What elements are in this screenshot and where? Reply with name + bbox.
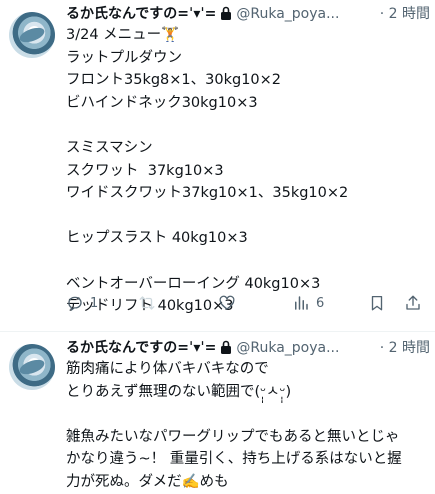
reply-count: 1 [90,295,99,311]
bookmark-button[interactable] [368,291,386,315]
tweet[interactable]: るか氏なんですの=ˈ▾ˈ= @Ruka_poya... · 2 時間 3/24 メ… [0,0,435,332]
heart-icon [219,295,235,310]
tweet-header: るか氏なんですの=ˈ▾ˈ= @Ruka_poya... · 2 時間 [66,4,432,24]
tweet-header: るか氏なんですの=ˈ▾ˈ= @Ruka_poya... · 2 時間 [66,338,432,358]
views-count: 6 [316,295,325,311]
like-button[interactable] [218,291,236,315]
handle[interactable]: @Ruka_poya... [236,340,339,356]
reply-icon [68,296,82,311]
reply-button[interactable]: 1 [66,291,98,315]
retweet-icon [139,296,155,310]
tweet-text: 筋肉痛により体バキバキなので とりあえず無理のない範囲で(ᵕ̩̩ㅅᵕ̩̩) 雑魚… [66,361,402,490]
views-button[interactable]: 6 [292,291,324,315]
lock-icon [221,340,232,354]
avatar[interactable] [9,12,55,58]
tweet-text: 3/24 メニュー🏋️ ラットプルダウン フロント35kg8×1、30kg10×… [66,27,349,315]
handle[interactable]: @Ruka_poya... [236,6,339,22]
share-button[interactable] [404,291,422,315]
avatar-image [17,24,47,46]
bookmark-icon [371,295,383,311]
timestamp[interactable]: · 2 時間 [377,338,430,358]
avatar-image [17,356,47,378]
lock-icon [221,6,232,20]
tweet-actions: 1 6 [62,291,432,315]
retweet-button[interactable] [138,291,156,315]
tweet[interactable]: るか氏なんですの=ˈ▾ˈ= @Ruka_poya... · 2 時間 筋肉痛により… [0,332,435,490]
share-icon [406,295,420,310]
display-name[interactable]: るか氏なんですの=ˈ▾ˈ= [66,340,216,356]
avatar[interactable] [9,344,55,390]
timestamp[interactable]: · 2 時間 [377,4,430,24]
display-name[interactable]: るか氏なんですの=ˈ▾ˈ= [66,6,216,22]
views-icon [295,296,308,310]
